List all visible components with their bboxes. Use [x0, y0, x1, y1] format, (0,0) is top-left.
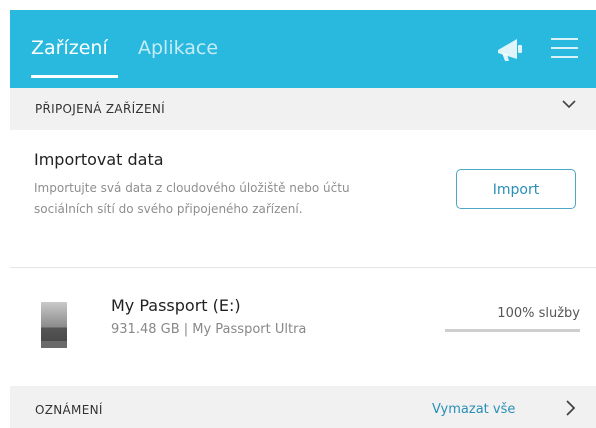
- megaphone-icon[interactable]: [495, 36, 525, 62]
- drive-name[interactable]: My Passport (E:): [111, 296, 241, 316]
- drive-health-bar: [445, 329, 580, 332]
- import-data-title: Importovat data: [34, 150, 164, 169]
- tab-devices[interactable]: Zařízení: [31, 36, 108, 60]
- active-tab-indicator: [31, 75, 118, 78]
- notifications-title: OZNÁMENÍ: [35, 403, 103, 417]
- drive-health-fill: [445, 329, 580, 332]
- chevron-down-icon[interactable]: [561, 98, 577, 110]
- connected-devices-bar[interactable]: PŘIPOJENÁ ZAŘÍZENÍ: [10, 88, 596, 130]
- hamburger-menu-icon[interactable]: [551, 37, 578, 59]
- drive-details: 931.48 GB | My Passport Ultra: [111, 322, 307, 337]
- tab-apps[interactable]: Aplikace: [138, 36, 218, 60]
- app-header: Zařízení Aplikace: [10, 10, 596, 88]
- clear-all-link[interactable]: Vymazat vše: [432, 400, 515, 420]
- connected-devices-title: PŘIPOJENÁ ZAŘÍZENÍ: [35, 102, 165, 116]
- drive-health-label: 100% služby: [497, 306, 580, 321]
- divider: [10, 267, 596, 268]
- drive-icon: [41, 302, 67, 348]
- import-data-description: Importujte svá data z cloudového úložišt…: [34, 181, 350, 216]
- import-button[interactable]: Import: [456, 169, 576, 209]
- chevron-right-icon[interactable]: [564, 399, 576, 417]
